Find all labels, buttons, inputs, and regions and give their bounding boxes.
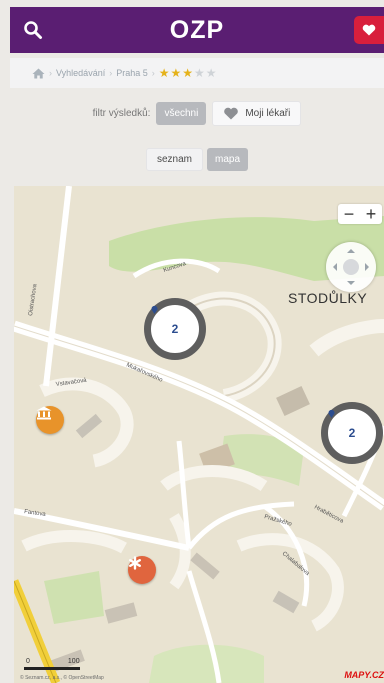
breadcrumb: › Vyhledávání › Praha 5 › ★★★★★ (10, 58, 384, 88)
app-logo: OZP (169, 15, 225, 44)
header-favorites-button[interactable] (354, 16, 384, 44)
map-park (44, 571, 104, 624)
map-attribution[interactable]: © Seznam.cz, a.s., © OpenStreetMap (20, 675, 104, 681)
breadcrumb-district[interactable]: Praha 5 (116, 68, 148, 78)
star-empty-icon: ★ (194, 66, 206, 80)
map-place-label: STODŮLKY (288, 290, 368, 306)
map-building (276, 386, 310, 416)
star-empty-icon: ★ (205, 66, 218, 80)
map-building-ring (21, 530, 127, 554)
scale-line (24, 667, 80, 670)
map-poi-medical[interactable] (128, 556, 156, 584)
map-pin-icon (328, 409, 335, 418)
app-screen: OZP › Vyhledávání › Praha 5 › ★★★★★ filt… (0, 0, 384, 683)
scale-label: 100 (67, 658, 80, 665)
medical-cross-icon (129, 556, 142, 570)
map-building-ring (160, 465, 268, 492)
header-search-button[interactable] (10, 7, 56, 53)
star-filled-icon: ★ (170, 66, 183, 80)
filter-label: filtr výsledků: (92, 107, 151, 119)
street-label: Hraběticova (313, 504, 345, 525)
heart-icon (362, 24, 376, 36)
map-cluster-marker[interactable]: 2 (144, 298, 206, 360)
map-pin-icon (151, 305, 158, 314)
star-filled-icon: ★ (182, 66, 195, 80)
map-scale-bar: 0 100 (24, 658, 80, 670)
map-building (272, 590, 300, 614)
breadcrumb-separator: › (49, 68, 52, 78)
scale-label: 0 (26, 658, 30, 665)
map-building-ring (236, 533, 344, 632)
rating-stars: ★★★★★ (159, 66, 218, 80)
map-street (43, 186, 72, 387)
breadcrumb-separator: › (109, 68, 113, 78)
heart-icon (224, 107, 239, 119)
zoom-in-button[interactable]: + (360, 204, 382, 224)
breadcrumb-search[interactable]: Vyhledávání (56, 68, 105, 78)
app-header: OZP (10, 7, 384, 53)
filter-my-doctors-label: Moji lékaři (245, 107, 291, 119)
compass-center[interactable] (343, 259, 359, 275)
pan-south-icon[interactable] (347, 281, 355, 289)
institution-icon (36, 406, 52, 420)
view-map-button[interactable]: mapa (207, 147, 249, 171)
map-provider-logo[interactable]: MAPY.CZ (344, 670, 384, 680)
map-park (149, 644, 264, 683)
view-list-button[interactable]: seznam (145, 147, 203, 171)
star-filled-icon: ★ (158, 66, 171, 80)
breadcrumb-separator: › (151, 68, 155, 78)
search-icon (24, 21, 42, 39)
pan-east-icon[interactable] (365, 263, 373, 271)
map-building (75, 413, 103, 439)
view-toggle: seznam mapa (10, 144, 384, 174)
zoom-out-button[interactable]: − (338, 204, 360, 224)
map-building (104, 602, 138, 624)
zoom-control: − + (338, 204, 382, 224)
map-building (190, 552, 220, 580)
pan-west-icon[interactable] (329, 263, 337, 271)
map-building-ring (169, 513, 191, 590)
map-cluster-marker[interactable]: 2 (321, 402, 383, 464)
map-poi-institution[interactable] (36, 406, 64, 434)
map-building-ring (309, 319, 384, 357)
cluster-count: 2 (348, 426, 356, 440)
pan-north-icon[interactable] (347, 245, 355, 253)
street-label: Oistrachova (28, 283, 38, 316)
compass-pan-control[interactable] (326, 242, 376, 292)
map-view[interactable]: Kuncova Oistrachova Mukařovského Vstavač… (14, 186, 384, 683)
filter-row: filtr výsledků: všechni Moji lékaři (10, 95, 384, 131)
filter-my-doctors-button[interactable]: Moji lékaři (212, 100, 302, 126)
cluster-count: 2 (171, 322, 179, 336)
home-icon[interactable] (32, 68, 45, 79)
filter-all-button[interactable]: všechni (156, 101, 207, 125)
